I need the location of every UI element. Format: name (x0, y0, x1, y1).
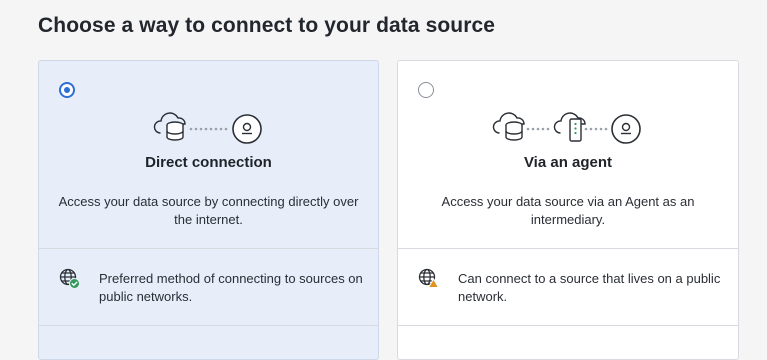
direct-connection-description: Access your data source by connecting di… (58, 194, 359, 227)
destination-node-icon (232, 114, 262, 144)
via-agent-illustration (492, 112, 641, 144)
cloud-database-icon (492, 112, 525, 141)
via-agent-description: Access your data source via an Agent as … (441, 194, 695, 227)
divider (398, 325, 738, 326)
direct-connection-feature: Preferred method of connecting to source… (99, 271, 363, 304)
via-agent-feature: Can connect to a source that lives on a … (458, 271, 721, 304)
page-title: Choose a way to connect to your data sou… (38, 14, 496, 37)
connector-dots (189, 127, 228, 131)
via-agent-title: Via an agent (523, 154, 613, 171)
direct-connection-illustration (153, 112, 262, 144)
connection-option-agent[interactable]: Via an agent Access your data source via… (397, 60, 739, 360)
cloud-database-icon (153, 112, 186, 141)
connection-option-direct[interactable]: Direct connection Access your data sourc… (38, 60, 379, 360)
via-agent-radio[interactable] (418, 82, 434, 98)
connector-dots (584, 127, 608, 131)
divider (39, 325, 378, 326)
divider (398, 248, 738, 249)
globe-warning-icon (418, 268, 440, 288)
connector-dots (526, 127, 550, 131)
globe-check-icon (59, 268, 80, 289)
direct-connection-radio[interactable] (59, 82, 75, 98)
direct-connection-title: Direct connection (145, 154, 272, 171)
destination-node-icon (611, 114, 641, 144)
divider (39, 248, 378, 249)
cloud-agent-server-icon (553, 112, 586, 142)
